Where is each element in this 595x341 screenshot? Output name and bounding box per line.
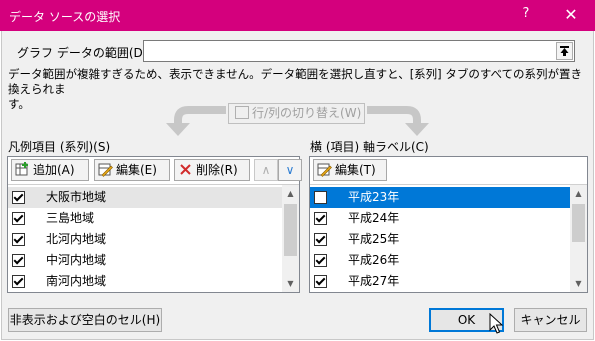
list-item-label: 南河内地域 xyxy=(46,274,107,288)
categories-panel: 編集(T) 平成23年 平成24年 平成25年 平成26年 平成27年 ▲ ▼ xyxy=(309,156,588,293)
scroll-down-icon[interactable]: ▼ xyxy=(282,275,299,292)
list-item-label: 中河内地域 xyxy=(46,253,107,267)
edit-icon xyxy=(98,163,113,177)
list-item[interactable]: 南河内地域 xyxy=(8,271,282,292)
series-section-label: 凡例項目 (系列)(S) xyxy=(8,140,111,154)
categories-toolbar: 編集(T) xyxy=(310,157,587,183)
list-item-label: 平成23年 xyxy=(348,190,400,204)
title-bar: データ ソースの選択 ? ✕ xyxy=(0,0,595,31)
delete-series-label: 削除(R) xyxy=(196,163,238,177)
list-item[interactable]: 三島地域 xyxy=(8,208,282,229)
list-item-label: 平成26年 xyxy=(348,253,400,267)
move-up-button[interactable]: ∧ xyxy=(254,159,278,181)
close-button[interactable]: ✕ xyxy=(560,5,582,25)
categories-list: 平成23年 平成24年 平成25年 平成26年 平成27年 ▲ ▼ xyxy=(310,184,587,292)
checkbox[interactable] xyxy=(314,233,327,246)
list-item[interactable]: 平成25年 xyxy=(310,229,570,250)
list-item-label: 平成24年 xyxy=(348,211,400,225)
mouse-pointer-icon xyxy=(489,313,503,334)
hidden-empty-cells-button[interactable]: 非表示および空白のセル(H) xyxy=(8,308,162,332)
checkbox[interactable] xyxy=(12,191,25,204)
series-scrollbar[interactable]: ▲ ▼ xyxy=(282,185,299,292)
switch-row-column-icon xyxy=(235,106,249,119)
window-title: データ ソースの選択 xyxy=(9,10,121,24)
scroll-up-icon[interactable]: ▲ xyxy=(570,185,587,202)
categories-section-label: 横 (項目) 軸ラベル(C) xyxy=(310,140,429,154)
checkbox[interactable] xyxy=(314,191,327,204)
checkbox[interactable] xyxy=(314,275,327,288)
switch-row-column-button[interactable]: 行/列の切り替え(W) xyxy=(228,103,365,124)
checkbox[interactable] xyxy=(12,254,25,267)
list-item-label: 平成25年 xyxy=(348,232,400,246)
scroll-thumb[interactable] xyxy=(284,204,297,256)
range-label: グラフ データの範囲(D): xyxy=(17,46,152,60)
series-toolbar: 追加(A) 編集(E) 削除(R) ∧ ∨ xyxy=(8,157,302,183)
scroll-up-icon[interactable]: ▲ xyxy=(282,185,299,202)
edit-series-button[interactable]: 編集(E) xyxy=(94,159,170,181)
list-item-label: 平成27年 xyxy=(348,274,400,288)
delete-series-button[interactable]: 削除(R) xyxy=(174,159,250,181)
edit-categories-label: 編集(T) xyxy=(335,163,376,177)
move-down-button[interactable]: ∨ xyxy=(278,159,302,181)
add-series-label: 追加(A) xyxy=(33,163,75,177)
list-item-label: 北河内地域 xyxy=(46,232,107,246)
range-input[interactable] xyxy=(143,40,575,62)
list-item[interactable]: 平成26年 xyxy=(310,250,570,271)
cancel-button[interactable]: キャンセル xyxy=(514,308,587,332)
list-item-label: 三島地域 xyxy=(46,211,95,225)
switch-row-column-label: 行/列の切り替え(W) xyxy=(252,106,362,120)
checkbox[interactable] xyxy=(12,212,25,225)
checkbox[interactable] xyxy=(314,254,327,267)
list-item-label: 大阪市地域 xyxy=(46,190,107,204)
series-panel: 追加(A) 編集(E) 削除(R) ∧ ∨ 大阪市地域 三島地域 北河内地域 中… xyxy=(7,156,302,293)
add-icon xyxy=(15,162,28,176)
list-item[interactable]: 大阪市地域 xyxy=(8,187,282,208)
edit-series-label: 編集(E) xyxy=(116,163,157,177)
edit-categories-button[interactable]: 編集(T) xyxy=(313,159,387,181)
checkbox[interactable] xyxy=(12,275,25,288)
collapse-dialog-icon[interactable] xyxy=(556,42,573,60)
curved-arrow-left-icon xyxy=(166,106,226,136)
scroll-down-icon[interactable]: ▼ xyxy=(570,275,587,292)
warning-line-1: データ範囲が複雑すぎるため、表示できません。データ範囲を選択し直すと、[系列] … xyxy=(8,67,583,96)
checkbox[interactable] xyxy=(12,233,25,246)
delete-x-icon xyxy=(180,164,191,175)
list-item[interactable]: 北河内地域 xyxy=(8,229,282,250)
list-item[interactable]: 平成24年 xyxy=(310,208,570,229)
series-list: 大阪市地域 三島地域 北河内地域 中河内地域 南河内地域 ▲ ▼ xyxy=(8,184,299,292)
scroll-thumb[interactable] xyxy=(572,204,585,242)
edit-icon xyxy=(317,163,332,177)
curved-arrow-right-icon xyxy=(367,106,429,136)
add-series-button[interactable]: 追加(A) xyxy=(11,159,89,181)
categories-scrollbar[interactable]: ▲ ▼ xyxy=(570,185,587,292)
checkbox[interactable] xyxy=(314,212,327,225)
list-item[interactable]: 平成27年 xyxy=(310,271,570,292)
list-item[interactable]: 中河内地域 xyxy=(8,250,282,271)
list-item[interactable]: 平成23年 xyxy=(310,187,570,208)
help-button[interactable]: ? xyxy=(516,6,536,24)
